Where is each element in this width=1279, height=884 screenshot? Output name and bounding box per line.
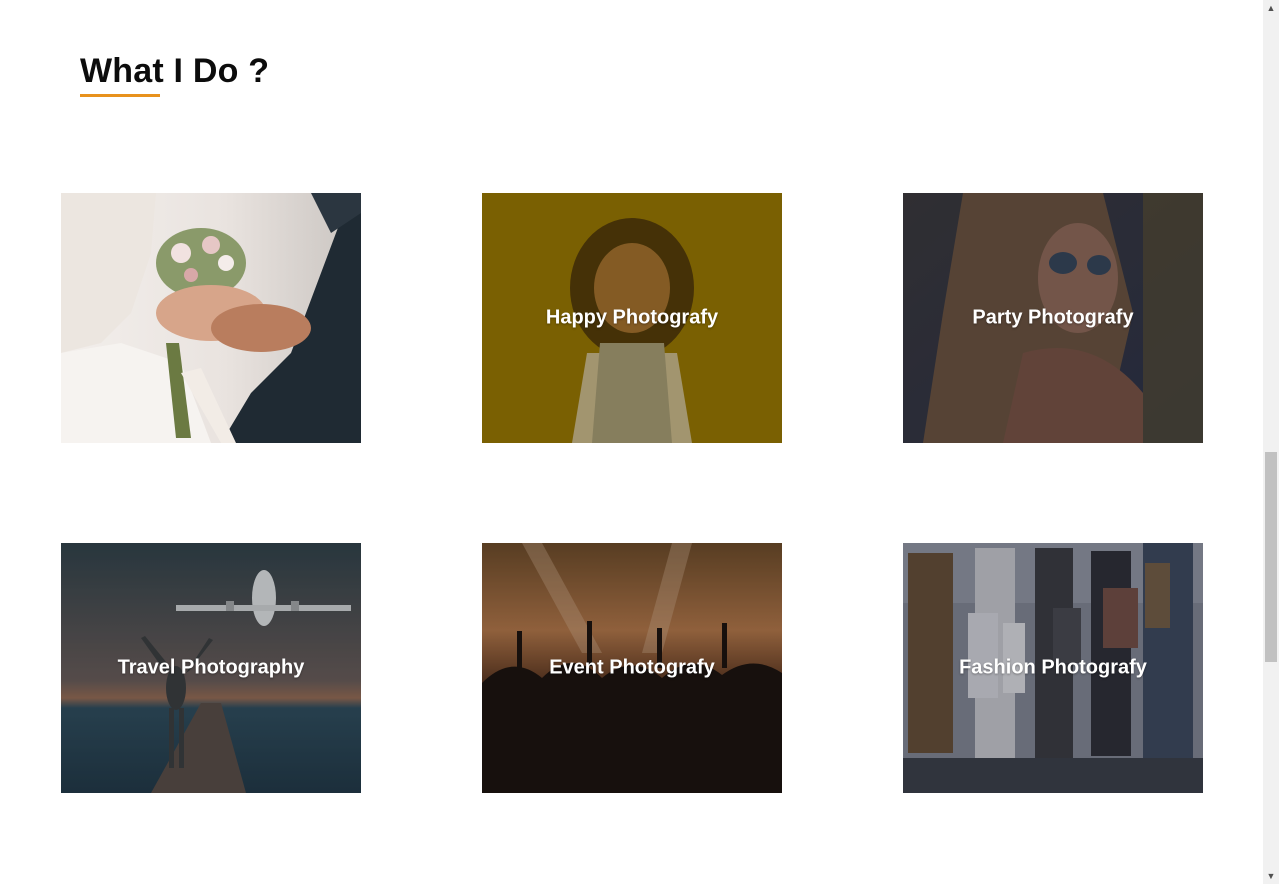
scroll-up-icon[interactable]: ▲ xyxy=(1263,0,1279,16)
service-card-fashion[interactable]: Fashion Photografy xyxy=(903,543,1203,793)
section-title: What I Do ? xyxy=(80,52,270,90)
title-underline xyxy=(80,94,160,97)
service-card-event[interactable]: Event Photografy xyxy=(482,543,782,793)
scrollbar-thumb[interactable] xyxy=(1265,452,1277,662)
service-label: Travel Photography xyxy=(117,656,305,679)
service-card-wedding[interactable] xyxy=(61,193,361,443)
scroll-down-icon[interactable]: ▼ xyxy=(1263,868,1279,884)
wedding-rings-photo xyxy=(61,193,361,443)
service-card-party[interactable]: Party Photografy xyxy=(903,193,1203,443)
service-label: Event Photografy xyxy=(549,656,715,679)
service-card-happy[interactable]: Happy Photografy xyxy=(482,193,782,443)
vertical-scrollbar[interactable]: ▲ ▼ xyxy=(1263,0,1279,884)
service-label: Fashion Photografy xyxy=(959,656,1147,679)
what-i-do-section: What I Do ? Happy Photografy Party Photo… xyxy=(0,0,1263,884)
service-label: Party Photografy xyxy=(972,306,1134,329)
service-card-travel[interactable]: Travel Photography xyxy=(61,543,361,793)
service-label: Happy Photografy xyxy=(545,306,719,329)
